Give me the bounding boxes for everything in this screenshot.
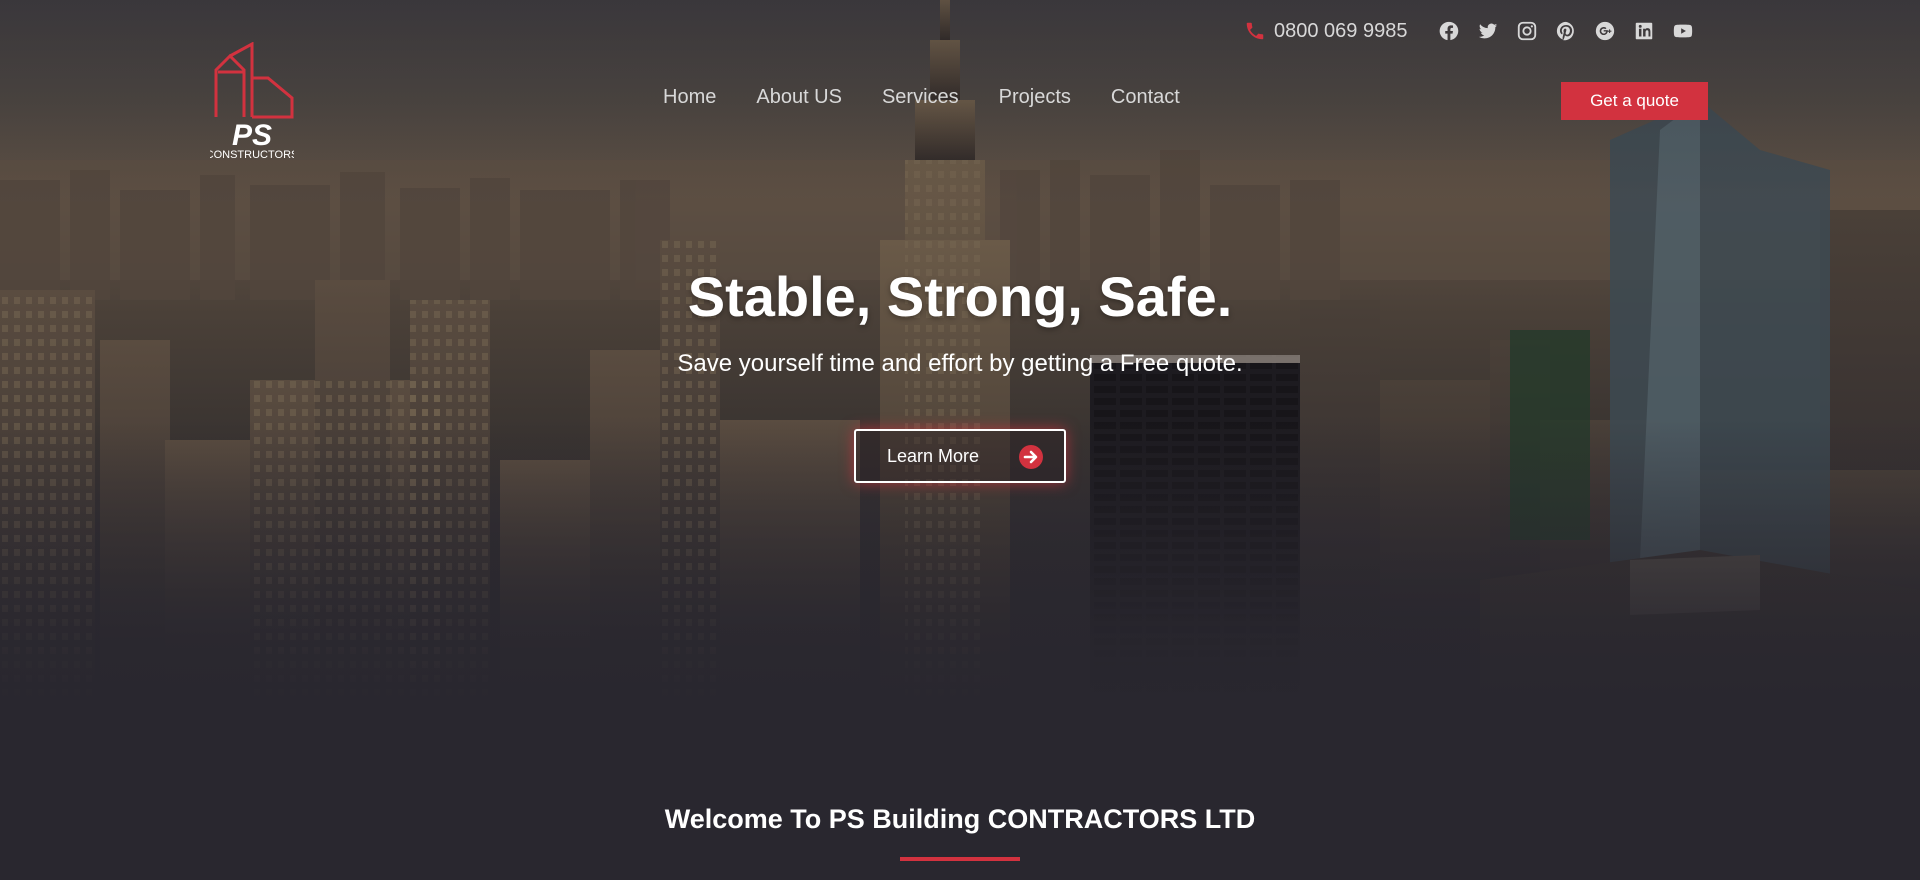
hero-subtitle: Save yourself time and effort by getting… [677,350,1243,377]
instagram-icon[interactable] [1516,20,1538,42]
learn-more-label: Learn More [887,445,980,466]
youtube-icon[interactable] [1672,20,1694,42]
top-contact-bar: 0800 069 9985 [1244,16,1694,46]
nav-projects[interactable]: Projects [999,86,1071,109]
phone-icon [1246,22,1264,40]
welcome-heading: Welcome To PS Building CONTRACTORS LTD [664,804,1256,834]
logo-initials: PS [232,119,272,152]
hero-title: Stable, Strong, Safe. [687,265,1233,328]
facebook-icon[interactable] [1438,20,1460,42]
linkedin-icon[interactable] [1633,20,1655,42]
main-nav: Home About US Services Projects Contact [663,86,1220,109]
google-plus-icon[interactable] [1594,20,1616,42]
ps-contractors-logo[interactable]: PS CONSTRUCTORS [210,42,294,160]
social-links [1421,20,1694,42]
logo-wordmark: CONSTRUCTORS [210,149,294,160]
get-a-quote-button[interactable]: Get a quote [1561,82,1708,120]
learn-more-button[interactable]: Learn More [854,429,1066,483]
arrow-right-circle-icon [1019,445,1043,469]
nav-contact[interactable]: Contact [1111,86,1180,109]
nav-about-us[interactable]: About US [756,86,842,109]
pinterest-icon[interactable] [1555,20,1577,42]
heading-underline [900,857,1020,861]
nav-services[interactable]: Services [882,86,959,109]
twitter-icon[interactable] [1477,20,1499,42]
nav-home[interactable]: Home [663,86,716,109]
phone-number: 0800 069 9985 [1274,19,1408,42]
phone-link[interactable]: 0800 069 9985 [1244,20,1407,43]
